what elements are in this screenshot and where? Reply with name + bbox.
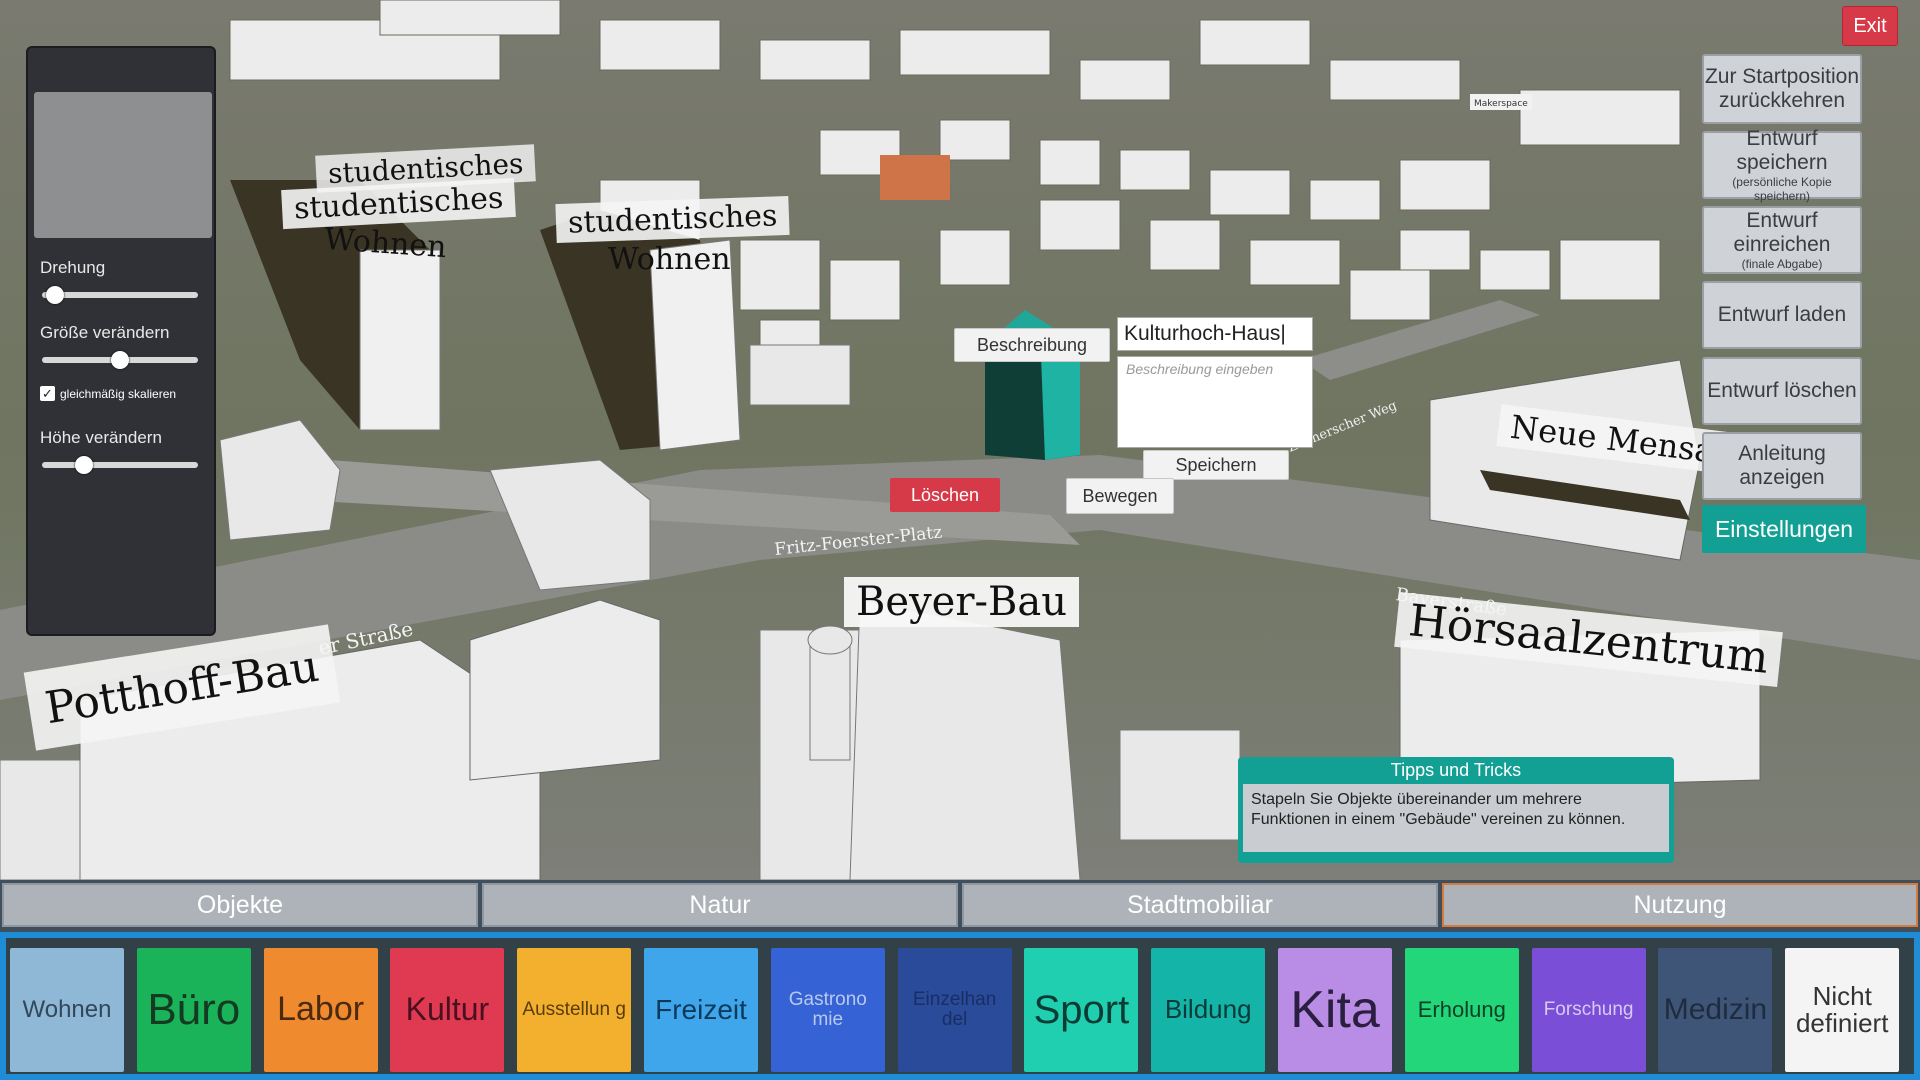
settings-button[interactable]: Einstellungen <box>1702 505 1866 553</box>
size-slider[interactable] <box>42 351 198 369</box>
uniform-scale-label: gleichmäßig skalieren <box>60 386 177 401</box>
tips-text: Stapeln Sie Objekte übereinander um mehr… <box>1243 784 1669 852</box>
load-draft-button[interactable]: Entwurf laden <box>1702 281 1862 349</box>
tab-natur[interactable]: Natur <box>482 883 958 927</box>
save-description-button[interactable]: Speichern <box>1143 450 1289 480</box>
tab-nutzung[interactable]: Nutzung <box>1442 883 1918 927</box>
object-name-input[interactable]: Kulturhoch-Haus| <box>1117 317 1313 351</box>
delete-object-button[interactable]: Löschen <box>890 478 1000 512</box>
uniform-scale-checkbox[interactable]: ✓ <box>40 386 55 401</box>
tab-objekte[interactable]: Objekte <box>2 883 478 927</box>
usage-tile-wohnen[interactable]: Wohnen <box>10 948 124 1072</box>
tab-stadtmobiliar[interactable]: Stadtmobiliar <box>962 883 1438 927</box>
usage-tile-sport[interactable]: Sport <box>1024 948 1139 1072</box>
show-guide-button[interactable]: Anleitung anzeigen <box>1702 432 1862 500</box>
map-label-makerspace: Makerspace <box>1474 99 1528 109</box>
usage-tile-freizeit[interactable]: Freizeit <box>644 948 758 1072</box>
size-label: Größe verändern <box>40 323 170 342</box>
show-guide-label: Anleitung anzeigen <box>1738 442 1826 489</box>
delete-draft-label: Entwurf löschen <box>1707 379 1857 402</box>
object-name-value: Kulturhoch-Haus <box>1124 322 1281 345</box>
submit-draft-button[interactable]: Entwurf einreichen (finale Abgabe) <box>1702 206 1862 274</box>
height-label: Höhe verändern <box>40 428 162 447</box>
usage-tile-kultur[interactable]: Kultur <box>390 948 505 1072</box>
usage-tile-kita[interactable]: Kita <box>1278 948 1392 1072</box>
exit-button[interactable]: Exit <box>1842 6 1898 46</box>
move-object-button[interactable]: Bewegen <box>1066 478 1174 514</box>
save-draft-button[interactable]: Entwurf speichern (persönliche Kopie spe… <box>1702 127 1862 203</box>
category-tab-bar: Objekte Natur Stadtmobiliar Nutzung <box>0 880 1920 932</box>
map-label-studentisches-3: studentisches <box>555 195 790 244</box>
save-draft-sublabel: (persönliche Kopie speichern) <box>1732 175 1832 203</box>
usage-tile-nicht-definiert[interactable]: Nicht definiert <box>1785 948 1900 1072</box>
rotation-slider-handle[interactable] <box>46 286 65 304</box>
usage-tile-gastrono-mie[interactable]: Gastrono mie <box>770 948 885 1072</box>
usage-tile-bildung[interactable]: Bildung <box>1151 948 1266 1072</box>
submit-draft-sublabel: (finale Abgabe) <box>1741 257 1823 271</box>
height-slider[interactable] <box>42 456 198 474</box>
description-button[interactable]: Beschreibung <box>954 328 1110 362</box>
reset-position-line1: Zur Startposition <box>1704 65 1860 88</box>
map-label-beyer-bau: Beyer-Bau <box>844 577 1079 627</box>
reset-position-line2: zurückkehren <box>1718 89 1846 112</box>
usage-palette: Wohnen Büro Labor Kultur Ausstellun g Freizei… <box>0 932 1920 1080</box>
object-preview <box>34 92 212 238</box>
transform-panel: Drehung Größe verändern ✓ gleichmäßig sk… <box>26 46 216 636</box>
usage-tile-forschung[interactable]: Forschung <box>1531 948 1646 1072</box>
height-slider-handle[interactable] <box>75 456 94 474</box>
submit-draft-label: Entwurf einreichen <box>1733 209 1831 256</box>
uniform-scale-row[interactable]: ✓ gleichmäßig skalieren <box>40 386 176 401</box>
delete-draft-button[interactable]: Entwurf löschen <box>1702 357 1862 425</box>
usage-tile-labor[interactable]: Labor <box>263 948 378 1072</box>
reset-position-button[interactable]: Zur Startposition zurückkehren <box>1702 54 1862 124</box>
rotation-label: Drehung <box>40 258 106 277</box>
usage-tile-ausstellun-g[interactable]: Ausstellun g <box>517 948 632 1072</box>
beyer-bau-building <box>759 599 1081 880</box>
size-slider-handle[interactable] <box>111 351 129 369</box>
text-cursor: | <box>1280 322 1286 345</box>
tips-panel: Tipps und Tricks Stapeln Sie Objekte übe… <box>1238 757 1674 863</box>
usage-tile-einzelhan-del[interactable]: Einzelhan del <box>897 948 1012 1072</box>
usage-palette-inner: Wohnen Büro Labor Kultur Ausstellun g Freizei… <box>6 938 1914 1074</box>
rotation-slider[interactable] <box>42 286 198 304</box>
usage-tile-medizin[interactable]: Medizin <box>1658 948 1773 1072</box>
usage-tile-erholung[interactable]: Erholung <box>1404 948 1519 1072</box>
load-draft-label: Entwurf laden <box>1717 303 1847 326</box>
map-label-wohnen-2: Wohnen <box>608 242 731 277</box>
sports-court <box>880 155 950 200</box>
usage-tile-büro[interactable]: Büro <box>136 948 251 1072</box>
tips-title: Tipps und Tricks <box>1390 760 1522 780</box>
description-input[interactable]: Beschreibung eingeben <box>1117 356 1313 448</box>
save-draft-label: Entwurf speichern <box>1736 127 1828 174</box>
